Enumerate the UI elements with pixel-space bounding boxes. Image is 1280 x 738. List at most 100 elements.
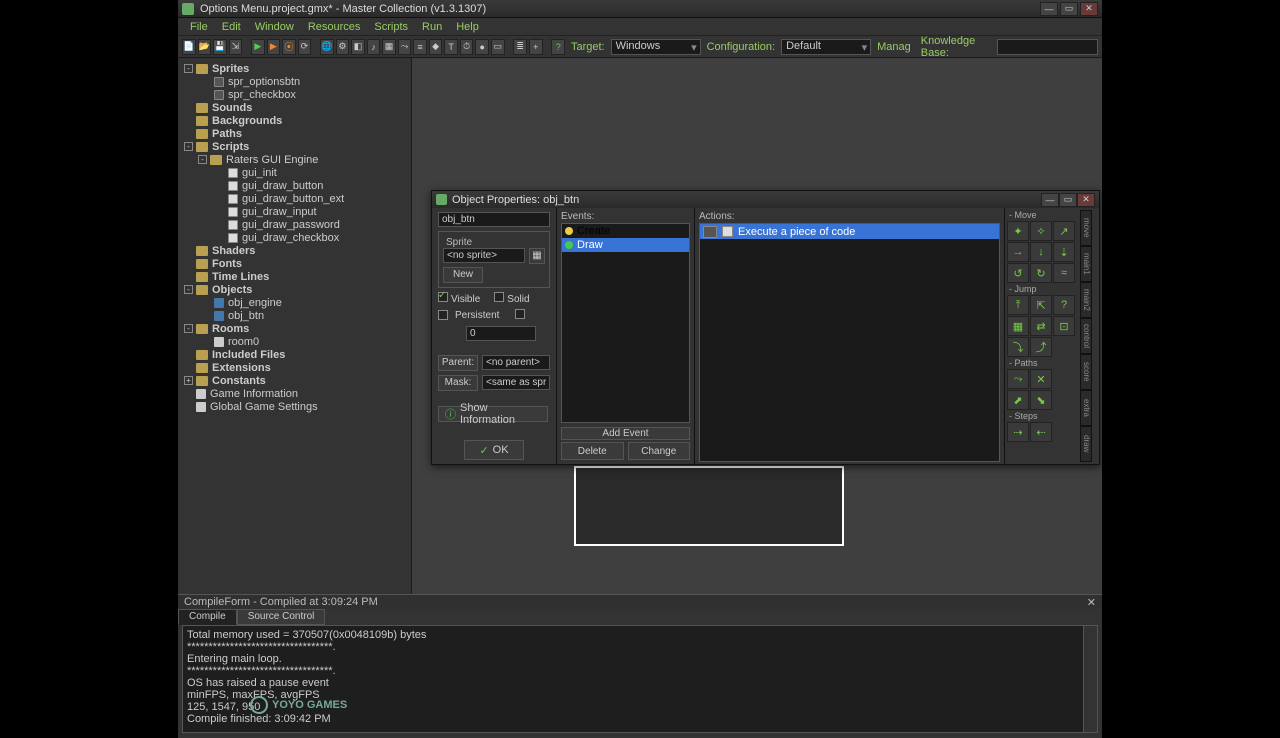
tree-timelines[interactable]: Time Lines	[212, 271, 269, 283]
stop-icon[interactable]: ⦿	[282, 39, 296, 55]
dialog-close-button[interactable]: ✕	[1077, 193, 1095, 207]
dialog-maximize-button[interactable]: ▭	[1059, 193, 1077, 207]
tab-source-control[interactable]: Source Control	[237, 609, 326, 625]
export-icon[interactable]: ⇲	[229, 39, 243, 55]
action-wrap-icon[interactable]: ⇄	[1030, 316, 1052, 336]
palette-tab-score[interactable]: score	[1080, 354, 1092, 390]
debug-icon[interactable]: ▶	[267, 39, 281, 55]
delete-event-button[interactable]: Delete	[561, 442, 624, 460]
sprite-icon[interactable]: ◧	[351, 39, 365, 55]
action-speed-v-icon[interactable]: ↓	[1030, 242, 1052, 262]
event-draw[interactable]: Draw	[562, 238, 689, 252]
palette-tab-move[interactable]: move	[1080, 210, 1092, 246]
tree-item[interactable]: gui_draw_password	[242, 219, 340, 231]
room-icon[interactable]: ▭	[491, 39, 505, 55]
expander-icon[interactable]: +	[184, 376, 193, 385]
close-button[interactable]: ✕	[1080, 2, 1098, 16]
tree-item[interactable]: gui_draw_input	[242, 206, 317, 218]
action-path-end-icon[interactable]: ✕	[1030, 369, 1052, 389]
tree-item[interactable]: gui_draw_button	[242, 180, 323, 192]
action-move-towards-icon[interactable]: ↗	[1053, 221, 1075, 241]
uses-physics-checkbox[interactable]	[515, 309, 525, 319]
action-execute-code[interactable]: Execute a piece of code	[700, 224, 999, 239]
action-jump-pos-icon[interactable]: ⤒	[1007, 295, 1029, 315]
action-path-pos-icon[interactable]: ⬈	[1007, 390, 1029, 410]
new-sprite-button[interactable]: New	[443, 267, 483, 283]
extensions-icon[interactable]: +	[529, 39, 543, 55]
action-snap-icon[interactable]: ⊡	[1053, 316, 1075, 336]
font-icon[interactable]: T	[444, 39, 458, 55]
expander-icon[interactable]: -	[184, 142, 193, 151]
tree-item[interactable]: Raters GUI Engine	[226, 154, 318, 166]
sprite-browse-button[interactable]: ▦	[529, 248, 545, 264]
events-list[interactable]: Create Draw	[561, 223, 690, 423]
add-event-button[interactable]: Add Event	[561, 427, 690, 440]
knowledge-base-input[interactable]	[997, 39, 1098, 55]
tree-gameinfo[interactable]: Game Information	[210, 388, 298, 400]
minimize-button[interactable]: —	[1040, 2, 1058, 16]
menu-file[interactable]: File	[184, 19, 214, 35]
path-icon[interactable]: ⤳	[398, 39, 412, 55]
help-icon[interactable]: ?	[551, 39, 565, 55]
gamesettings-icon[interactable]: ≣	[513, 39, 527, 55]
action-contact-icon[interactable]: ⤴	[1030, 337, 1052, 357]
menu-edit[interactable]: Edit	[216, 19, 247, 35]
tree-paths[interactable]: Paths	[212, 128, 242, 140]
tree-item[interactable]: spr_checkbox	[228, 89, 296, 101]
visible-checkbox[interactable]	[438, 292, 448, 302]
event-create[interactable]: Create	[562, 224, 689, 238]
action-path-speed-icon[interactable]: ⬊	[1030, 390, 1052, 410]
action-friction-icon[interactable]: ≈	[1053, 263, 1075, 283]
change-event-button[interactable]: Change	[628, 442, 691, 460]
compile-close-icon[interactable]: ✕	[1087, 596, 1096, 609]
action-step-avoid-icon[interactable]: ⇠	[1030, 422, 1052, 442]
resource-tree[interactable]: -Sprites spr_optionsbtn spr_checkbox Sou…	[178, 58, 412, 594]
action-move-free-icon[interactable]: ✧	[1030, 221, 1052, 241]
tree-included[interactable]: Included Files	[212, 349, 285, 361]
depth-input[interactable]	[466, 326, 536, 341]
tree-item[interactable]: gui_draw_checkbox	[242, 232, 339, 244]
expander-icon[interactable]: -	[184, 64, 193, 73]
tree-constants[interactable]: Constants	[212, 375, 266, 387]
config-dropdown[interactable]: Default	[781, 39, 871, 55]
tree-ggs[interactable]: Global Game Settings	[210, 401, 318, 413]
tree-objects[interactable]: Objects	[212, 284, 252, 296]
mask-select[interactable]	[482, 375, 550, 390]
tree-shaders[interactable]: Shaders	[212, 245, 255, 257]
solid-checkbox[interactable]	[494, 292, 504, 302]
object-name-input[interactable]	[438, 212, 550, 227]
menu-window[interactable]: Window	[249, 19, 300, 35]
palette-tab-main1[interactable]: main1	[1080, 246, 1092, 282]
tree-item[interactable]: room0	[228, 336, 259, 348]
ok-button[interactable]: ✓OK	[464, 440, 524, 460]
action-reverse-v-icon[interactable]: ↻	[1030, 263, 1052, 283]
tree-extensions[interactable]: Extensions	[212, 362, 271, 374]
tree-item[interactable]: spr_optionsbtn	[228, 76, 300, 88]
tree-item[interactable]: gui_init	[242, 167, 277, 179]
palette-tab-main2[interactable]: main2	[1080, 282, 1092, 318]
action-speed-h-icon[interactable]: →	[1007, 242, 1029, 262]
tree-scripts[interactable]: Scripts	[212, 141, 249, 153]
action-reverse-h-icon[interactable]: ↺	[1007, 263, 1029, 283]
persistent-checkbox[interactable]	[438, 310, 448, 320]
action-jump-start-icon[interactable]: ⇱	[1030, 295, 1052, 315]
script-icon[interactable]: ≡	[413, 39, 427, 55]
sound-icon[interactable]: ♪	[367, 39, 381, 55]
sprite-select[interactable]	[443, 248, 525, 263]
new-project-icon[interactable]: 📄	[182, 39, 196, 55]
menu-resources[interactable]: Resources	[302, 19, 367, 35]
expander-icon[interactable]: -	[184, 324, 193, 333]
tab-compile[interactable]: Compile	[178, 609, 237, 625]
expander-icon[interactable]: -	[184, 285, 193, 294]
show-information-button[interactable]: ⓘShow Information	[438, 406, 548, 422]
menu-run[interactable]: Run	[416, 19, 448, 35]
parent-select[interactable]	[482, 355, 550, 370]
object-icon[interactable]: ●	[475, 39, 489, 55]
palette-tab-control[interactable]: control	[1080, 318, 1092, 354]
scrollbar[interactable]	[1083, 626, 1097, 732]
dialog-minimize-button[interactable]: —	[1041, 193, 1059, 207]
open-icon[interactable]: 📂	[198, 39, 212, 55]
menu-help[interactable]: Help	[450, 19, 485, 35]
tree-rooms[interactable]: Rooms	[212, 323, 249, 335]
tree-item[interactable]: obj_engine	[228, 297, 282, 309]
